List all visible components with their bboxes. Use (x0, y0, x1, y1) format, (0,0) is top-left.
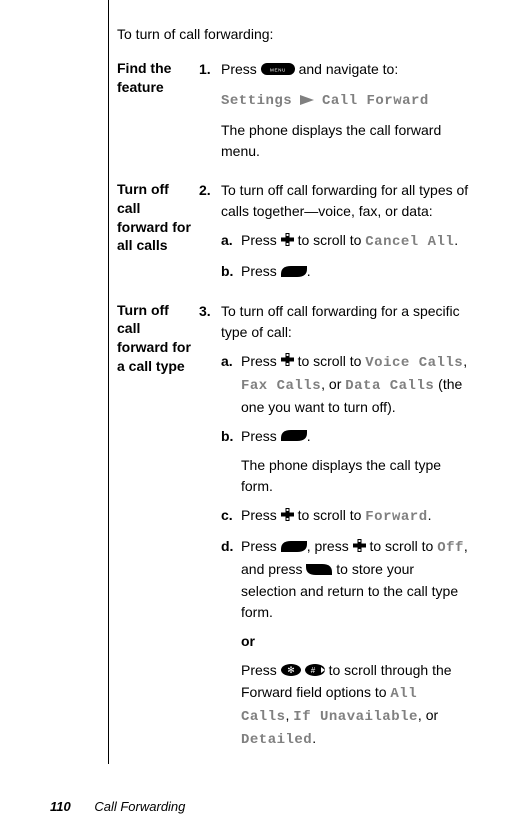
step-1-body: 1. Press MENU and navigate to: Settings … (199, 59, 469, 162)
or-end: . (312, 730, 316, 746)
step-2-body: 2. To turn off call forwarding for all t… (199, 180, 469, 283)
page-footer: 110 Call Forwarding (50, 797, 185, 817)
select-key-icon (281, 262, 307, 283)
s3c-mid: to scroll to (294, 507, 366, 523)
path-arrow-icon (300, 90, 314, 111)
step-3a: a. Press to scroll to Voice Calls, Fax C… (221, 351, 469, 418)
step-3-text: To turn off call forwarding for a specif… (221, 303, 460, 340)
page-title: Call Forwarding (94, 799, 185, 814)
letter-b: b. (221, 426, 233, 447)
step-2-number: 2. (199, 180, 211, 201)
s3c-mono: Forward (365, 509, 427, 525)
s3b-end: . (307, 428, 311, 444)
step-1-path: Settings Call Forward (221, 89, 469, 112)
s3d-or-body: Press ✻# to scroll through the Forward f… (241, 660, 469, 751)
s2a-mid: to scroll to (294, 232, 366, 248)
s2a-end: . (454, 232, 458, 248)
svg-text:MENU: MENU (270, 67, 286, 72)
step-2a: a. Press to scroll to Cancel All. (221, 230, 469, 253)
s3a-s1: , (463, 353, 467, 369)
s3d-or: or (241, 631, 469, 652)
step-1-text-a: Press (221, 61, 261, 77)
step-2b: b. Press . (221, 261, 469, 283)
s3a-s2: , or (321, 376, 345, 392)
s2b-pre: Press (241, 263, 281, 279)
s3a-m1: Voice Calls (365, 355, 463, 371)
select-key-icon (281, 537, 307, 558)
dpad-icon (281, 506, 294, 527)
step-3-body: 3. To turn off call forwarding for a spe… (199, 301, 469, 751)
s3d-mono1: Off (437, 540, 464, 556)
step-2-label: Turn off call forward for all calls (117, 180, 199, 283)
path-callforward: Call Forward (322, 93, 429, 109)
s3d-mid2: to scroll to (366, 538, 438, 554)
step-3c: c. Press to scroll to Forward. (221, 505, 469, 528)
dpad-icon (281, 231, 294, 252)
letter-a: a. (221, 351, 233, 372)
s2a-pre: Press (241, 232, 281, 248)
letter-c: c. (221, 505, 233, 526)
s3a-pre: Press (241, 353, 281, 369)
step-2: Turn off call forward for all calls 2. T… (117, 180, 469, 283)
letter-a: a. (221, 230, 233, 251)
s3a-m3: Data Calls (345, 378, 434, 394)
step-1-number: 1. (199, 59, 211, 80)
or-text: or (241, 633, 255, 649)
back-key-icon (306, 560, 332, 581)
s3b-pre: Press (241, 428, 281, 444)
page-content: To turn of call forwarding: Find the fea… (0, 0, 509, 751)
page-number: 110 (50, 799, 71, 814)
s2a-mono: Cancel All (365, 234, 454, 250)
s3c-pre: Press (241, 507, 281, 523)
or-m2: If Unavailable (293, 709, 418, 725)
step-3-number: 3. (199, 301, 211, 322)
svg-text:✻: ✻ (287, 665, 295, 675)
s3a-mid: to scroll to (294, 353, 366, 369)
intro-text: To turn of call forwarding: (117, 24, 469, 45)
or-s2: , or (418, 707, 438, 723)
step-1-after: The phone displays the call forward menu… (221, 120, 469, 162)
menu-key-icon: MENU (261, 60, 295, 81)
step-2-text: To turn off call forwarding for all type… (221, 182, 468, 219)
or-m3: Detailed (241, 732, 312, 748)
step-3: Turn off call forward for a call type 3.… (117, 301, 469, 751)
step-3d: d. Press , press to scroll to Off, and p… (221, 536, 469, 751)
s3b-after: The phone displays the call type form. (241, 455, 469, 497)
svg-text:#: # (310, 666, 315, 675)
left-right-keys-icon: ✻# (281, 661, 325, 682)
step-1-label: Find the feature (117, 59, 199, 162)
step-3b: b. Press . The phone displays the call t… (221, 426, 469, 498)
s2b-end: . (307, 263, 311, 279)
select-key-icon (281, 426, 307, 447)
letter-b: b. (221, 261, 233, 282)
s3a-m2: Fax Calls (241, 378, 321, 394)
dpad-icon (281, 351, 294, 372)
step-1-text-b: and navigate to: (295, 61, 399, 77)
letter-d: d. (221, 536, 233, 557)
step-1: Find the feature 1. Press MENU and navig… (117, 59, 469, 162)
s3c-end: . (428, 507, 432, 523)
path-settings: Settings (221, 93, 292, 109)
s3d-mid1: , press (307, 538, 353, 554)
step-3-label: Turn off call forward for a call type (117, 301, 199, 751)
dpad-icon (353, 537, 366, 558)
s3d-pre: Press (241, 538, 281, 554)
or-pre: Press (241, 662, 281, 678)
